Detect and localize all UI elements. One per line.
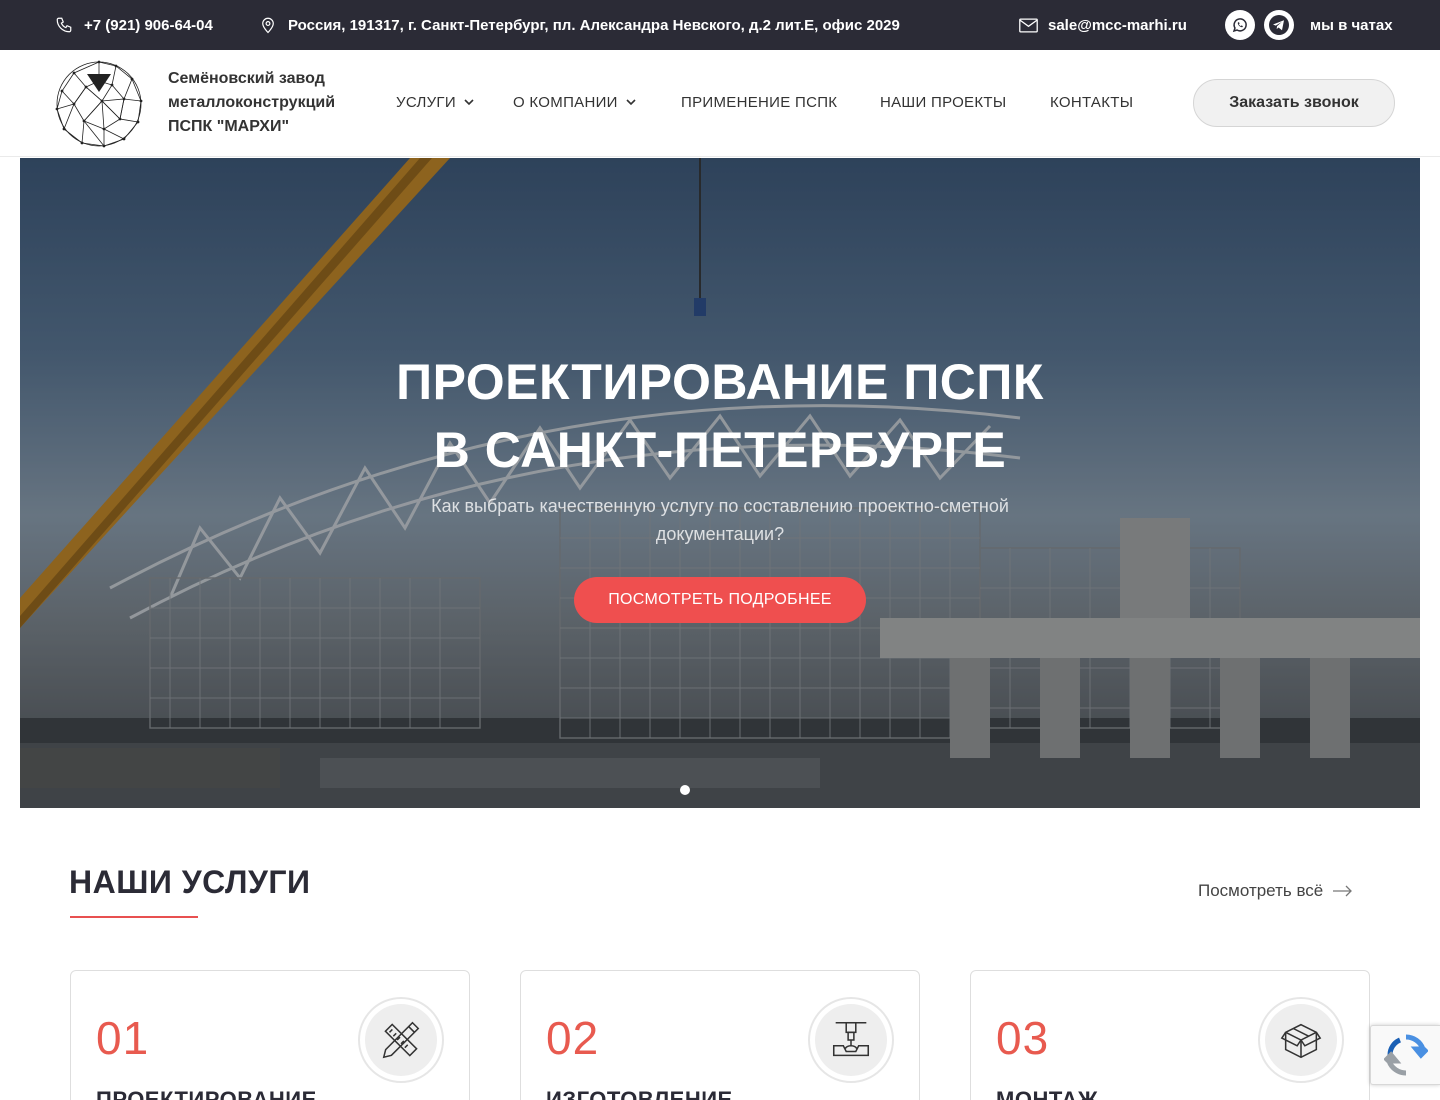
view-all-link[interactable]: Посмотреть всё [1198, 881, 1353, 901]
nav-item-services[interactable]: УСЛУГИ [396, 50, 474, 155]
hero-title-line-2: В САНКТ-ПЕТЕРБУРГЕ [433, 422, 1007, 478]
nav-label: УСЛУГИ [396, 94, 456, 111]
top-bar: +7 (921) 906-64-04 Россия, 191317, г. Са… [0, 0, 1440, 50]
topbar-email[interactable]: sale@mcc-marhi.ru [1018, 0, 1187, 50]
brand-line-3: ПСПК "МАРХИ" [168, 118, 290, 135]
geodesic-sphere-logo-icon [55, 60, 143, 148]
arrow-right-icon [1333, 885, 1353, 897]
order-call-button[interactable]: Заказать звонок [1193, 79, 1395, 127]
nav-item-application[interactable]: ПРИМЕНЕНИЕ ПСПК [681, 50, 837, 155]
ruler-pencil-icon [382, 1021, 420, 1059]
recaptcha-icon [1383, 1034, 1428, 1076]
brand-line-1: Семёновский завод [168, 70, 325, 87]
logo[interactable] [54, 59, 144, 149]
service-name: МОНТАЖ [996, 1087, 1099, 1100]
nav-item-about[interactable]: О КОМПАНИИ [513, 50, 636, 155]
brand-line-2: металлоконструкций [168, 94, 336, 111]
nav-item-projects[interactable]: НАШИ ПРОЕКТЫ [880, 50, 1006, 155]
service-card-manufacturing[interactable]: 02 ИЗГОТОВЛЕНИЕ [520, 970, 920, 1100]
service-name: ПРОЕКТИРОВАНИЕ [96, 1087, 317, 1100]
telegram-icon[interactable] [1264, 10, 1294, 40]
topbar-phone[interactable]: +7 (921) 906-64-04 [54, 0, 213, 50]
address-text: Россия, 191317, г. Санкт-Петербург, пл. … [288, 16, 900, 34]
mail-icon [1018, 15, 1038, 35]
topbar-address: Россия, 191317, г. Санкт-Петербург, пл. … [258, 0, 900, 50]
service-icon-badge [808, 997, 894, 1083]
service-number: 03 [996, 1012, 1050, 1064]
recaptcha-badge[interactable] [1370, 1025, 1440, 1085]
service-card-installation[interactable]: 03 МОНТАЖ [970, 970, 1370, 1100]
hero-slider: ПРОЕКТИРОВАНИЕ ПСПК В САНКТ-ПЕТЕРБУРГЕ К… [20, 158, 1420, 808]
services-title: НАШИ УСЛУГИ [69, 864, 311, 900]
phone-number[interactable]: +7 (921) 906-64-04 [84, 17, 213, 34]
nav-label: КОНТАКТЫ [1050, 94, 1134, 111]
nav-label: НАШИ ПРОЕКТЫ [880, 94, 1007, 111]
press-machine-icon [832, 1021, 870, 1057]
box-icon [1280, 1023, 1322, 1059]
service-icon-badge [358, 997, 444, 1083]
hero-title: ПРОЕКТИРОВАНИЕ ПСПК В САНКТ-ПЕТЕРБУРГЕ [20, 348, 1420, 484]
chevron-down-icon [626, 99, 636, 106]
nav-item-contacts[interactable]: КОНТАКТЫ [1050, 50, 1133, 155]
view-details-button[interactable]: ПОСМОТРЕТЬ ПОДРОБНЕЕ [574, 577, 866, 623]
hero-title-line-1: ПРОЕКТИРОВАНИЕ ПСПК [396, 354, 1044, 410]
nav-label: О КОМПАНИИ [513, 94, 618, 111]
view-all-label: Посмотреть всё [1198, 881, 1324, 900]
service-number: 01 [96, 1012, 150, 1064]
service-number: 02 [546, 1012, 600, 1064]
chat-links [1225, 0, 1294, 50]
chevron-down-icon [464, 99, 474, 106]
site-header: Семёновский завод металлоконструкций ПСП… [0, 50, 1440, 157]
phone-icon [54, 15, 74, 35]
service-card-design[interactable]: 01 ПРОЕКТИРОВАНИЕ [70, 970, 470, 1100]
hero-subtitle: Как выбрать качественную услугу по соста… [431, 496, 1009, 544]
location-pin-icon [258, 15, 278, 35]
slider-dot[interactable] [680, 785, 690, 795]
service-name: ИЗГОТОВЛЕНИЕ [546, 1087, 733, 1100]
nav-label: ПРИМЕНЕНИЕ ПСПК [681, 94, 838, 111]
email-link[interactable]: sale@mcc-marhi.ru [1048, 17, 1187, 34]
title-underline [70, 916, 198, 918]
brand-name[interactable]: Семёновский завод металлоконструкций ПСП… [168, 67, 368, 139]
chats-label: мы в чатах [1310, 16, 1393, 34]
service-icon-badge [1258, 997, 1344, 1083]
whatsapp-icon[interactable] [1225, 10, 1255, 40]
